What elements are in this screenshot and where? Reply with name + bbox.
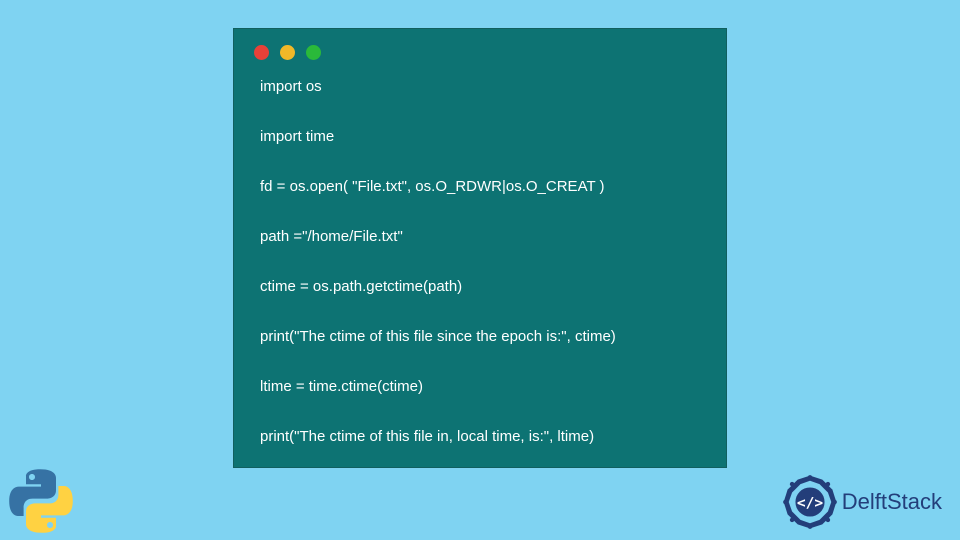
python-logo-icon <box>8 468 74 534</box>
delftstack-logo: </> DelftStack <box>782 474 942 530</box>
delftstack-label: DelftStack <box>842 489 942 515</box>
code-window: import os import time fd = os.open( "Fil… <box>233 28 727 468</box>
window-controls <box>234 29 726 70</box>
minimize-dot-icon <box>280 45 295 60</box>
delftstack-icon: </> <box>782 474 838 530</box>
code-line: ltime = time.ctime(ctime) <box>260 378 700 396</box>
maximize-dot-icon <box>306 45 321 60</box>
code-line: path ="/home/File.txt" <box>260 228 700 246</box>
code-line: fd = os.open( "File.txt", os.O_RDWR|os.O… <box>260 178 700 196</box>
code-line: ctime = os.path.getctime(path) <box>260 278 700 296</box>
close-dot-icon <box>254 45 269 60</box>
code-content: import os import time fd = os.open( "Fil… <box>234 70 726 466</box>
code-line: import os <box>260 78 700 96</box>
code-line: print("The ctime of this file in, local … <box>260 428 700 446</box>
code-line: print("The ctime of this file since the … <box>260 328 700 346</box>
svg-text:</>: </> <box>797 495 824 512</box>
code-line: import time <box>260 128 700 146</box>
